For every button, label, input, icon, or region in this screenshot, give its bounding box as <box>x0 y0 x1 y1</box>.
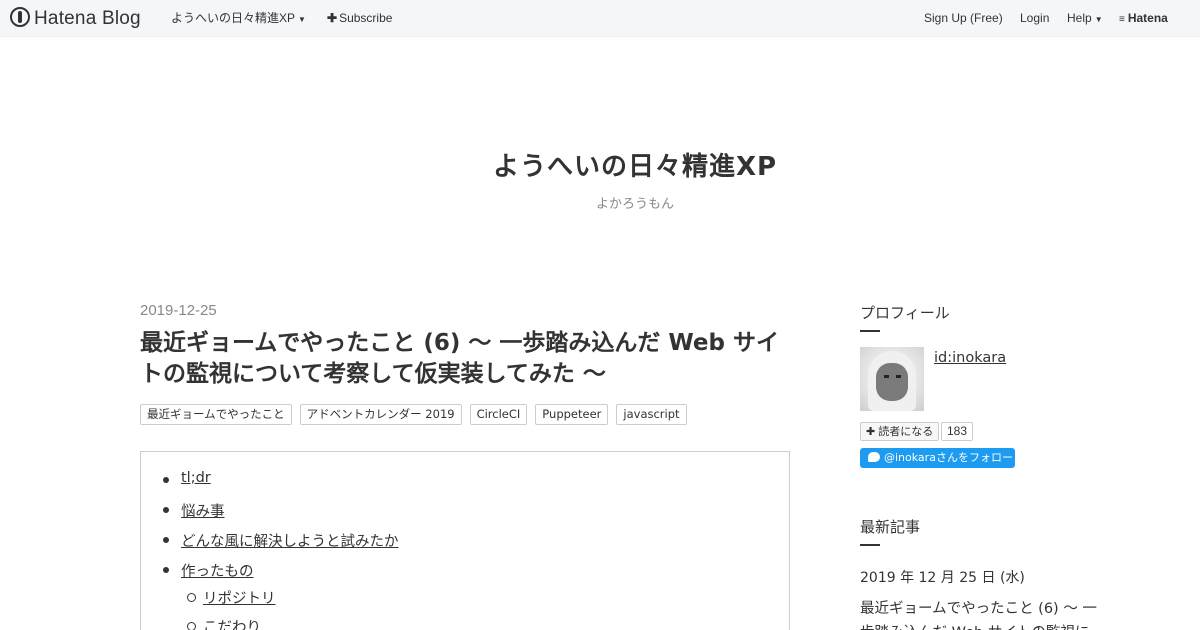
entry-tags: 最近ギョームでやったこと アドベントカレンダー 2019 CircleCI Pu… <box>140 404 687 425</box>
plus-icon: ✚ <box>866 425 876 438</box>
global-header: Hatena Blog ようへいの日々精進XP ▼ ✚ Subscribe Sign… <box>0 0 1200 37</box>
recent-entry-link[interactable]: 最近ギョームでやったこと (6) 〜 一歩踏み込んだ Web サイトの監視に <box>860 597 1105 630</box>
avatar[interactable] <box>860 347 924 411</box>
table-of-contents: tl;dr 悩み事 どんな風に解決しようと試みたか 作ったもの リポジトリ こだ… <box>140 451 790 630</box>
tag-link[interactable]: 最近ギョームでやったこと <box>140 404 292 425</box>
logo-text: Hatena Blog <box>34 7 141 29</box>
subscribe-label: Subscribe <box>339 11 393 25</box>
toc-item[interactable]: 作ったもの <box>163 560 254 581</box>
caret-down-icon: ▼ <box>1094 15 1103 24</box>
toc-item[interactable]: tl;dr <box>163 470 211 486</box>
heading-underline <box>860 544 880 546</box>
toc-subitem[interactable]: リポジトリ <box>187 587 276 608</box>
toc-item[interactable]: 悩み事 <box>163 500 225 521</box>
caret-down-icon: ▼ <box>298 15 306 24</box>
signup-link[interactable]: Sign Up (Free) <box>924 0 1003 37</box>
recent-entries-heading: 最新記事 <box>860 518 921 536</box>
profile-heading: プロフィール <box>860 304 950 322</box>
subscribe-reader-button[interactable]: ✚ 読者になる <box>860 422 940 441</box>
heading-underline <box>860 330 880 332</box>
hatena-blog-logo[interactable]: Hatena Blog <box>10 0 141 37</box>
twitter-follow-label: @inokaraさんをフォロー <box>884 451 1013 464</box>
blog-title[interactable]: ようへいの日々精進XP <box>0 146 1200 183</box>
avatar-eye <box>884 375 889 378</box>
tag-link[interactable]: javascript <box>616 404 687 425</box>
twitter-follow-button[interactable]: @inokaraさんをフォロー <box>860 448 1015 468</box>
help-label: Help <box>1067 11 1092 25</box>
hatena-logo[interactable]: ≡ Hatena <box>1119 0 1168 37</box>
subscribe-reader-label: 読者になる <box>878 425 934 438</box>
plus-icon: ✚ <box>327 11 338 25</box>
recent-entry-date: 2019 年 12 月 25 日 (水) <box>860 570 1025 586</box>
hatena-mark-icon: ≡ <box>1119 14 1125 25</box>
tag-link[interactable]: アドベントカレンダー 2019 <box>299 404 462 425</box>
tag-link[interactable]: Puppeteer <box>535 404 609 425</box>
subscribe-link[interactable]: ✚ Subscribe <box>327 0 392 37</box>
login-link[interactable]: Login <box>1020 0 1049 37</box>
avatar-eye <box>896 375 901 378</box>
profile-user-id[interactable]: id:inokara <box>934 350 1006 366</box>
toc-subitem[interactable]: こだわり <box>187 616 261 630</box>
avatar-face <box>876 363 908 401</box>
blog-menu-dropdown[interactable]: ようへいの日々精進XP ▼ <box>171 0 306 37</box>
hatena-blog-logo-icon <box>10 6 30 27</box>
twitter-bird-icon <box>868 452 880 462</box>
blog-description: よかろうもん <box>595 197 674 212</box>
subscriber-count[interactable]: 183 <box>941 422 974 441</box>
tag-link[interactable]: CircleCI <box>469 404 528 425</box>
entry-date[interactable]: 2019-12-25 <box>140 302 217 319</box>
blog-menu-label: ようへいの日々精進XP <box>171 11 296 25</box>
toc-item[interactable]: どんな風に解決しようと試みたか <box>163 530 399 551</box>
help-dropdown[interactable]: Help ▼ <box>1067 0 1103 37</box>
hatena-logo-text: Hatena <box>1127 11 1168 25</box>
entry-title[interactable]: 最近ギョームでやったこと (6) 〜 一歩踏み込んだ Web サイトの監視につい… <box>140 328 790 390</box>
